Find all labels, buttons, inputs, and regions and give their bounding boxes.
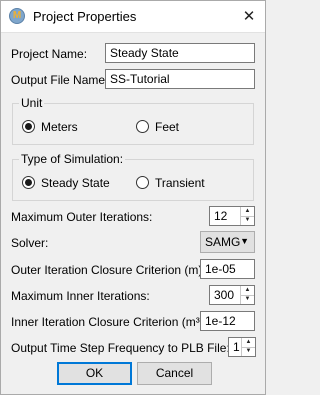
- output-frequency-value[interactable]: 1: [233, 340, 240, 354]
- spin-down-icon[interactable]: ▼: [241, 216, 254, 225]
- max-inner-iterations-spinner[interactable]: 300 ▲ ▼: [209, 285, 255, 305]
- max-outer-iterations-value[interactable]: 12: [214, 209, 227, 223]
- max-inner-iterations-value[interactable]: 300: [214, 288, 234, 302]
- dialog-title: Project Properties: [33, 9, 137, 24]
- steady-state-radio[interactable]: [22, 176, 35, 189]
- output-frequency-spinner[interactable]: 1 ▲ ▼: [228, 337, 256, 357]
- transient-radio[interactable]: [136, 176, 149, 189]
- max-outer-iterations-spinner[interactable]: 12 ▲ ▼: [209, 206, 255, 226]
- ok-button[interactable]: OK: [57, 362, 132, 385]
- output-file-name-input[interactable]: SS-Tutorial: [105, 69, 255, 89]
- chevron-down-icon: ▼: [240, 236, 249, 246]
- steady-state-label: Steady State: [41, 176, 110, 190]
- project-properties-dialog: M Project Properties ✕ Project Name: Ste…: [0, 0, 266, 395]
- solver-selected-value: SAMG: [205, 235, 241, 249]
- title-bar: M Project Properties ✕: [1, 1, 265, 33]
- inner-closure-input[interactable]: 1e-12: [200, 311, 255, 331]
- cancel-button[interactable]: Cancel: [137, 362, 212, 385]
- spin-down-icon[interactable]: ▼: [241, 295, 254, 304]
- spinner-arrows: ▲ ▼: [240, 286, 254, 304]
- outer-closure-input[interactable]: 1e-05: [200, 259, 255, 279]
- unit-meters-radio[interactable]: [22, 120, 35, 133]
- unit-feet-label: Feet: [155, 120, 180, 134]
- close-button[interactable]: ✕: [233, 1, 265, 32]
- solver-label: Solver:: [11, 236, 49, 250]
- unit-feet-radio[interactable]: [136, 120, 149, 133]
- outer-closure-label: Outer Iteration Closure Criterion (m):: [11, 263, 206, 277]
- unit-group-legend: Unit: [19, 96, 45, 110]
- output-frequency-label: Output Time Step Frequency to PLB File:: [11, 341, 230, 355]
- spinner-arrows: ▲ ▼: [241, 338, 255, 356]
- project-name-input[interactable]: Steady State: [105, 43, 255, 63]
- project-name-label: Project Name:: [11, 47, 88, 61]
- simulation-type-legend: Type of Simulation:: [19, 152, 126, 166]
- output-file-name-label: Output File Name:: [11, 73, 109, 87]
- transient-label: Transient: [155, 176, 205, 190]
- max-inner-iterations-label: Maximum Inner Iterations:: [11, 289, 150, 303]
- solver-dropdown[interactable]: SAMG ▼: [200, 231, 255, 253]
- max-outer-iterations-label: Maximum Outer Iterations:: [11, 210, 153, 224]
- spin-down-icon[interactable]: ▼: [242, 347, 255, 356]
- app-logo-icon: M: [9, 8, 25, 24]
- unit-meters-label: Meters: [41, 120, 78, 134]
- spinner-arrows: ▲ ▼: [240, 207, 254, 225]
- inner-closure-label: Inner Iteration Closure Criterion (m³):: [11, 315, 208, 329]
